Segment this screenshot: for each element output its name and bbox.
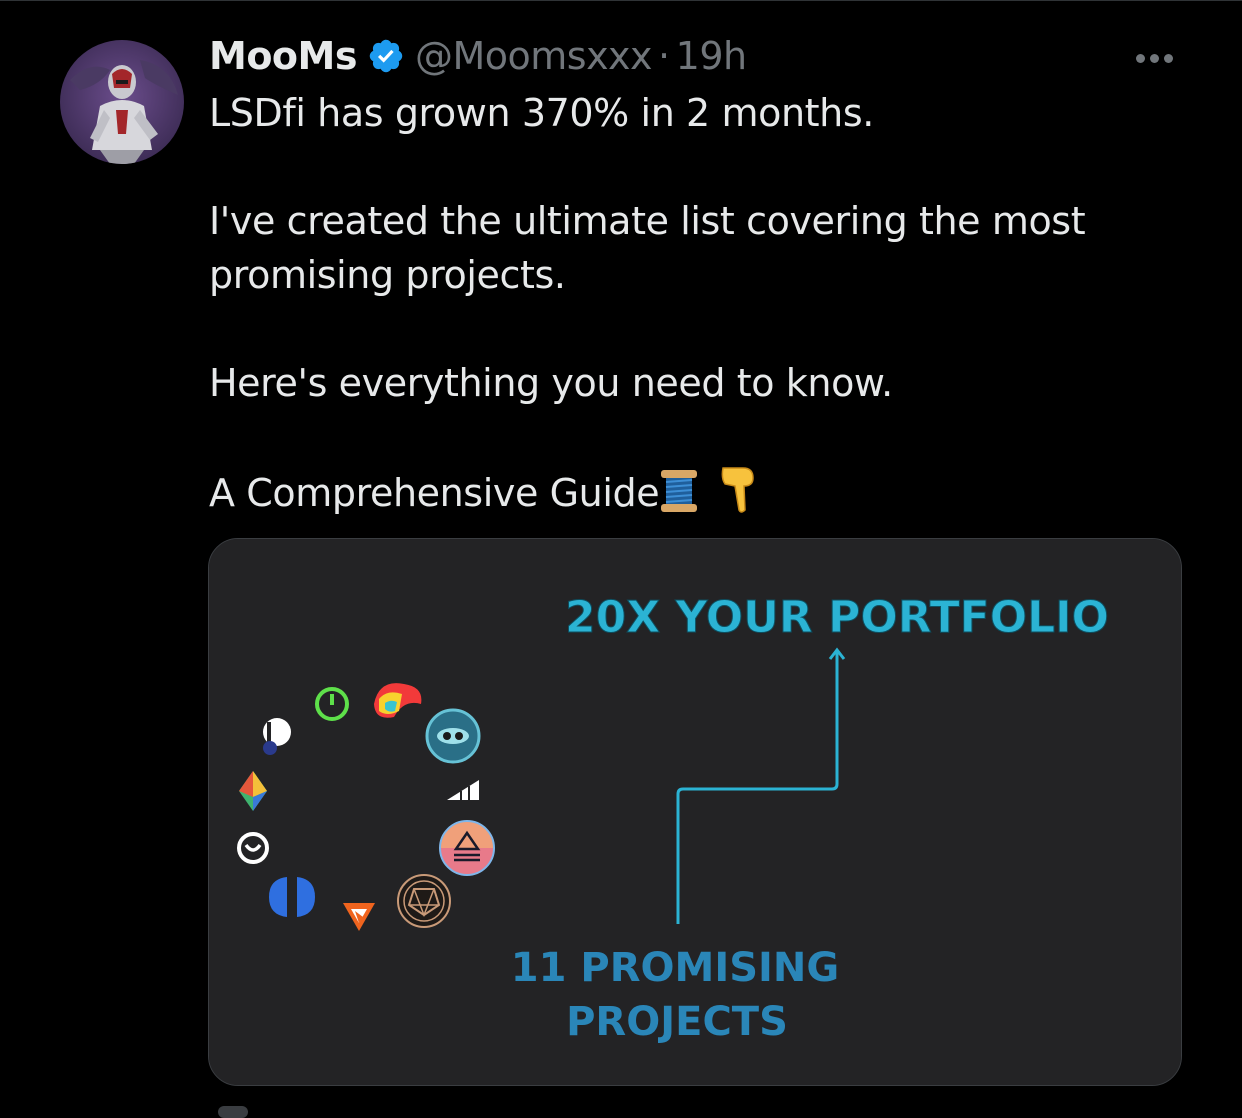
tweet-line: LSDfi has grown 370% in 2 months. bbox=[209, 91, 874, 135]
tweet-text: LSDfi has grown 370% in 2 months. I've c… bbox=[209, 86, 1189, 528]
tweet-line: Here's everything you need to know. bbox=[209, 361, 893, 405]
verified-badge-icon bbox=[367, 37, 405, 75]
action-bar-hint bbox=[218, 1106, 248, 1118]
project-logo-mascot-icon bbox=[425, 708, 481, 764]
separator-dot: · bbox=[658, 34, 670, 78]
tweet-line: A Comprehensive Guide bbox=[209, 471, 660, 515]
more-dot bbox=[1135, 53, 1145, 63]
more-dot bbox=[1149, 53, 1159, 63]
project-logo-geometric-icon bbox=[397, 874, 451, 928]
user-handle[interactable]: @Moomsxxx bbox=[415, 34, 653, 78]
tweet-line: I've created the ultimate list covering … bbox=[209, 199, 1086, 297]
top-divider bbox=[0, 0, 1242, 1]
more-dot bbox=[1163, 53, 1173, 63]
tweet-header: MooMs @Moomsxxx · 19h bbox=[209, 30, 747, 82]
avatar[interactable] bbox=[60, 40, 184, 164]
timestamp[interactable]: 19h bbox=[676, 34, 747, 78]
media-headline: 20X YOUR PORTFOLIO bbox=[565, 592, 1109, 643]
project-logo-triangle-icon bbox=[439, 820, 495, 876]
pointing-down-emoji-icon bbox=[717, 464, 757, 528]
media-subline-1: 11 PROMISING bbox=[511, 945, 839, 991]
display-name[interactable]: MooMs bbox=[209, 34, 357, 78]
media-image[interactable]: 20X YOUR PORTFOLIO 11 PROMISING PROJECTS bbox=[208, 538, 1182, 1086]
more-options-icon[interactable] bbox=[1124, 38, 1184, 78]
spool-of-thread-emoji-icon bbox=[659, 468, 699, 528]
tweet-line-with-emoji: A Comprehensive Guide bbox=[209, 464, 1189, 528]
media-subline-2: PROJECTS bbox=[566, 999, 788, 1045]
